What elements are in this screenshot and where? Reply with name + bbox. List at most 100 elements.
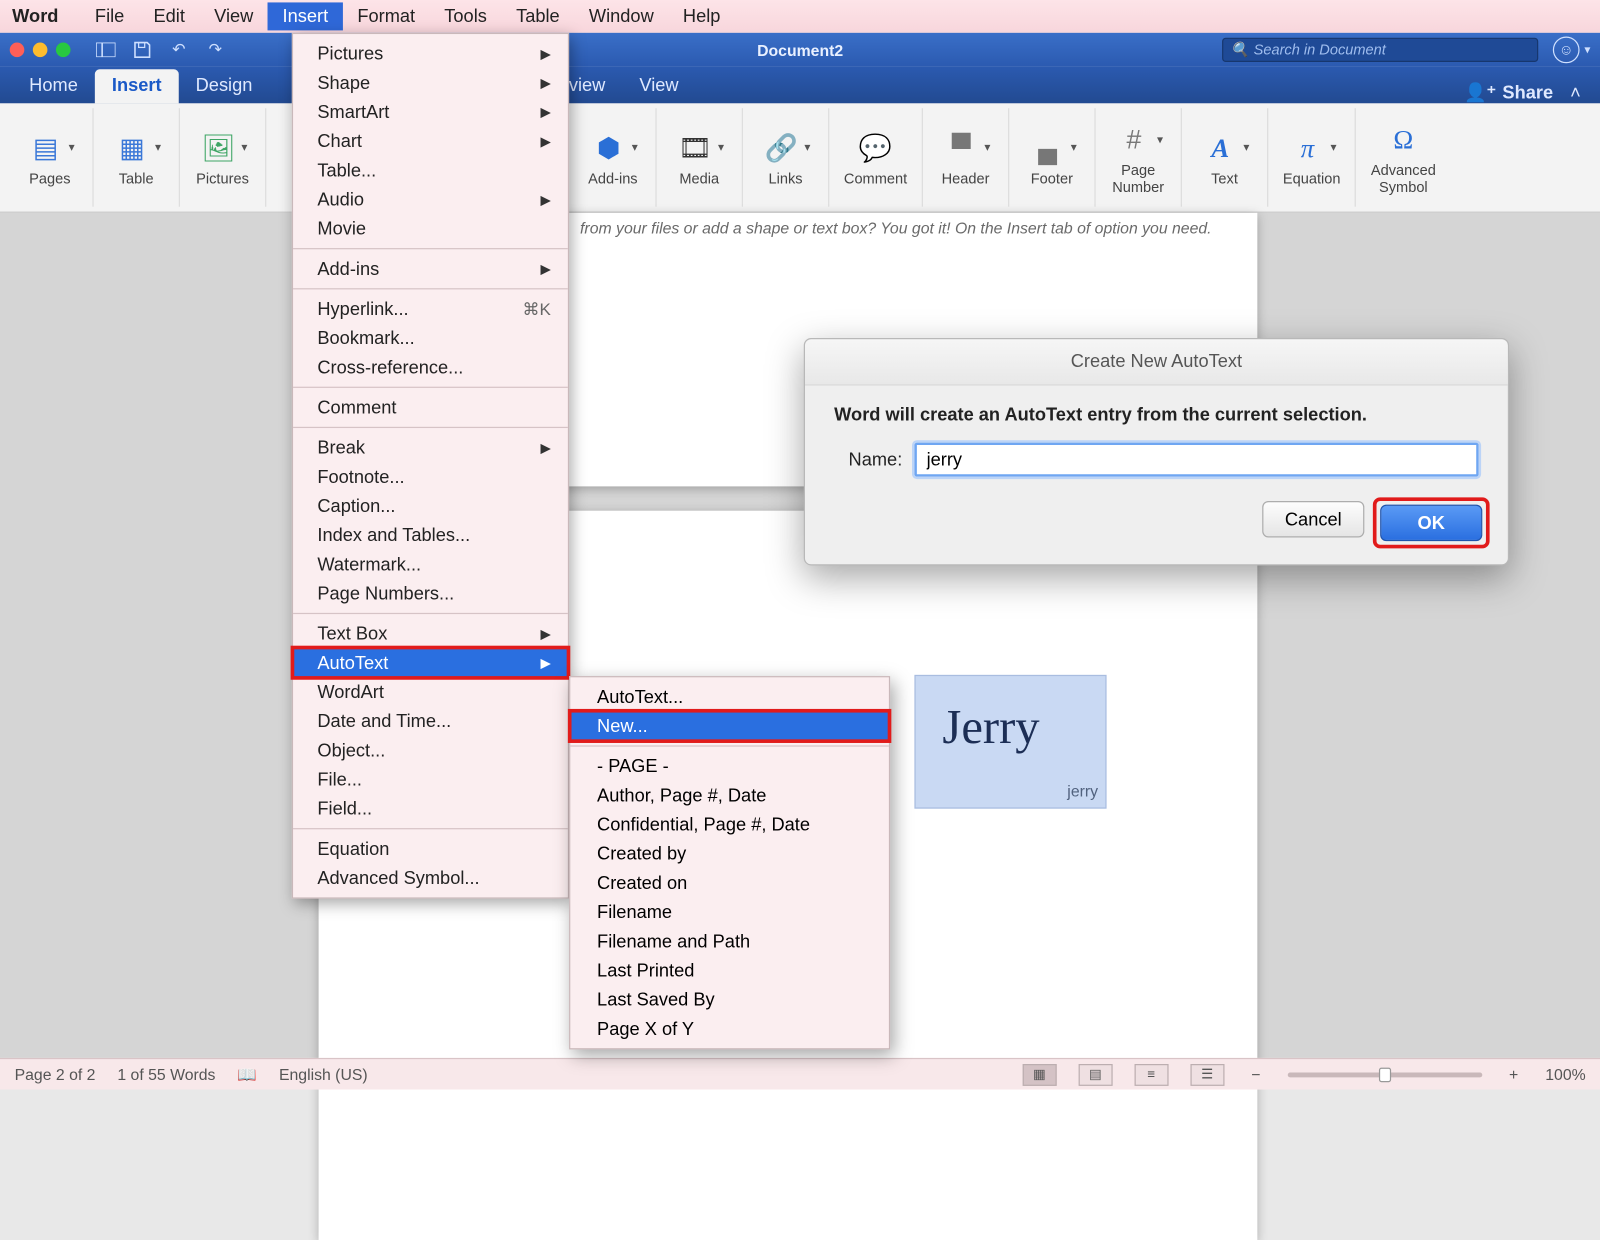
table-icon: ▦: [111, 128, 152, 169]
outline-view-icon[interactable]: ≡: [1134, 1063, 1168, 1085]
media-button[interactable]: 🎞▾Media: [666, 125, 732, 190]
pages-button[interactable]: ▤▾Pages: [17, 125, 83, 190]
menu-item-cross-reference[interactable]: Cross-reference...: [293, 353, 568, 382]
menu-item-footnote[interactable]: Footnote...: [293, 462, 568, 491]
search-input[interactable]: 🔍 Search in Document: [1222, 38, 1538, 62]
menu-item-advanced-symbol[interactable]: Advanced Symbol...: [293, 863, 568, 892]
menu-help[interactable]: Help: [668, 2, 735, 30]
cancel-button[interactable]: Cancel: [1262, 501, 1364, 537]
footer-button[interactable]: ▄▾Footer: [1019, 125, 1085, 190]
menu-item-pictures[interactable]: Pictures▶: [293, 39, 568, 68]
maximize-icon[interactable]: [56, 43, 71, 58]
menu-item-audio[interactable]: Audio▶: [293, 185, 568, 214]
chevron-down-icon[interactable]: ▾: [1584, 43, 1590, 56]
word-count[interactable]: 1 of 55 Words: [117, 1065, 215, 1083]
share-button[interactable]: 👤⁺ Share: [1454, 81, 1563, 103]
text-button[interactable]: A▾Text: [1192, 125, 1258, 190]
autotext-entry[interactable]: Author, Page #, Date: [570, 781, 889, 810]
menu-item-chart[interactable]: Chart▶: [293, 126, 568, 155]
media-icon: 🎞: [674, 128, 715, 169]
menu-item-wordart[interactable]: WordArt: [293, 677, 568, 706]
menu-item-add-ins[interactable]: Add-ins▶: [293, 254, 568, 283]
sidebar-toggle-icon[interactable]: [92, 39, 119, 61]
close-icon[interactable]: [10, 43, 25, 58]
tab-view[interactable]: View: [622, 69, 695, 103]
menu-tools[interactable]: Tools: [430, 2, 502, 30]
menu-item-break[interactable]: Break▶: [293, 433, 568, 462]
collapse-ribbon-icon[interactable]: ˄: [1563, 83, 1588, 104]
table-button[interactable]: ▦▾Table: [103, 125, 169, 190]
menu-item-movie[interactable]: Movie: [293, 214, 568, 243]
zoom-slider[interactable]: [1287, 1072, 1482, 1077]
spellcheck-icon[interactable]: 📖: [237, 1065, 257, 1084]
ok-button[interactable]: OK: [1380, 505, 1482, 541]
feedback-icon[interactable]: ☺: [1553, 36, 1580, 63]
autotext-entry[interactable]: Last Printed: [570, 956, 889, 985]
menu-item-field[interactable]: Field...: [293, 794, 568, 823]
redo-icon[interactable]: ↷: [202, 39, 229, 61]
menu-item-file[interactable]: File...: [293, 765, 568, 794]
autotext-entry[interactable]: Filename and Path: [570, 927, 889, 956]
menu-format[interactable]: Format: [343, 2, 430, 30]
menu-item-hyperlink[interactable]: Hyperlink...⌘K: [293, 294, 568, 323]
create-autotext-dialog: Create New AutoText Word will create an …: [804, 338, 1509, 565]
signature-selection[interactable]: Jerry jerry: [914, 675, 1106, 809]
autotext-entry[interactable]: - PAGE -: [570, 751, 889, 780]
minimize-icon[interactable]: [33, 43, 48, 58]
autotext-entry[interactable]: Created on: [570, 868, 889, 897]
menu-item-index-and-tables[interactable]: Index and Tables...: [293, 520, 568, 549]
menu-item-autotext[interactable]: AutoText▶: [293, 648, 568, 677]
menu-item-date-and-time[interactable]: Date and Time...: [293, 706, 568, 735]
menu-item-smartart[interactable]: SmartArt▶: [293, 97, 568, 126]
page-number-button[interactable]: #▾Page Number: [1105, 117, 1171, 198]
pictures-button[interactable]: 🖼▾Pictures: [190, 125, 256, 190]
submenu-item-autotext[interactable]: AutoText...: [570, 682, 889, 711]
menu-item-text-box[interactable]: Text Box▶: [293, 619, 568, 648]
zoom-in-button[interactable]: +: [1504, 1065, 1523, 1083]
menu-item-table[interactable]: Table...: [293, 156, 568, 185]
menu-item-caption[interactable]: Caption...: [293, 491, 568, 520]
menu-item-object[interactable]: Object...: [293, 736, 568, 765]
menu-edit[interactable]: Edit: [139, 2, 200, 30]
equation-button[interactable]: π▾Equation: [1278, 125, 1345, 190]
autotext-entry[interactable]: Filename: [570, 897, 889, 926]
tab-home[interactable]: Home: [12, 69, 95, 103]
autotext-entry[interactable]: Page X of Y: [570, 1014, 889, 1043]
tab-insert[interactable]: Insert: [95, 69, 179, 103]
addins-button[interactable]: ⬢▾Add-ins: [580, 125, 646, 190]
name-input[interactable]: [914, 443, 1478, 477]
page-status[interactable]: Page 2 of 2: [15, 1065, 96, 1083]
print-layout-view-icon[interactable]: ▦: [1022, 1063, 1056, 1085]
menu-file[interactable]: File: [80, 2, 139, 30]
symbol-button[interactable]: ΩAdvanced Symbol: [1366, 117, 1441, 198]
comment-button[interactable]: 💬Comment: [839, 125, 912, 190]
menu-item-page-numbers[interactable]: Page Numbers...: [293, 579, 568, 608]
menu-item-comment[interactable]: Comment: [293, 393, 568, 422]
menu-view[interactable]: View: [200, 2, 268, 30]
save-icon[interactable]: [129, 39, 156, 61]
menu-item-shape[interactable]: Shape▶: [293, 68, 568, 97]
zoom-thumb[interactable]: [1379, 1067, 1391, 1082]
menu-item-equation[interactable]: Equation: [293, 834, 568, 863]
chevron-right-icon: ▶: [541, 440, 551, 456]
menu-table[interactable]: Table: [501, 2, 574, 30]
autotext-entry[interactable]: Last Saved By: [570, 985, 889, 1014]
menu-window[interactable]: Window: [574, 2, 668, 30]
draft-view-icon[interactable]: ☰: [1190, 1063, 1224, 1085]
menu-item-watermark[interactable]: Watermark...: [293, 550, 568, 579]
menu-item-bookmark[interactable]: Bookmark...: [293, 323, 568, 352]
submenu-item-new[interactable]: New...: [570, 711, 889, 740]
header-button[interactable]: ▀▾Header: [933, 125, 999, 190]
undo-icon[interactable]: ↶: [165, 39, 192, 61]
autotext-entry[interactable]: Created by: [570, 839, 889, 868]
zoom-out-button[interactable]: −: [1246, 1065, 1265, 1083]
autotext-entry[interactable]: Confidential, Page #, Date: [570, 810, 889, 839]
tab-design[interactable]: Design: [179, 69, 270, 103]
language-status[interactable]: English (US): [279, 1065, 368, 1083]
zoom-percent[interactable]: 100%: [1545, 1065, 1585, 1083]
menu-insert[interactable]: Insert: [268, 2, 343, 30]
links-button[interactable]: 🔗▾Links: [753, 125, 819, 190]
chevron-right-icon: ▶: [541, 46, 551, 62]
window-titlebar: ↶ ↷ Document2 🔍 Search in Document ☺ ▾: [0, 33, 1600, 67]
web-layout-view-icon[interactable]: ▤: [1078, 1063, 1112, 1085]
